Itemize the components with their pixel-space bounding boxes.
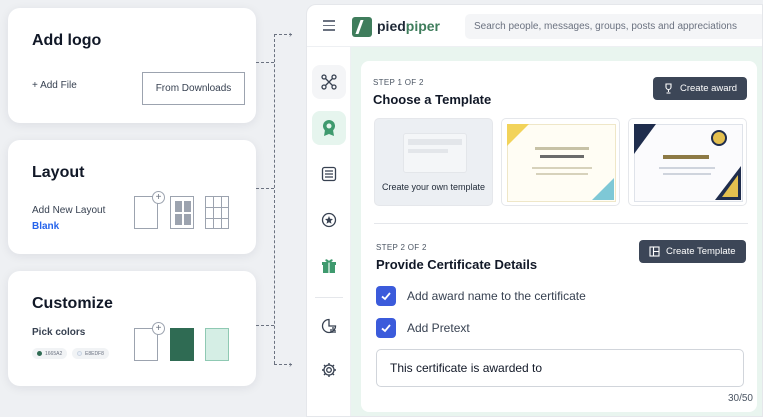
add-file-link[interactable]: + Add File [32,80,77,91]
star-icon [321,212,337,228]
color-code-1: 1665A2 [45,350,63,357]
color-dot-2 [77,351,82,356]
network-icon [321,74,337,90]
color-code-2: E8EDF8 [85,350,104,357]
pick-colors-label: Pick colors [32,327,86,338]
rail-analytics[interactable] [312,309,346,343]
brand-name: piedpiper [377,18,441,34]
swatch-mint[interactable] [205,328,229,361]
trophy-icon [665,83,672,94]
provide-details-heading: Provide Certificate Details [376,257,538,272]
rail-divider [315,297,343,298]
color-chip-2[interactable]: E8EDF8 [72,348,109,359]
step-2-label: STEP 2 OF 2 [376,243,427,252]
award-name-checkbox[interactable] [376,286,396,306]
layout-card: Layout Add New Layout Blank + [8,140,256,254]
template-work-anniversary[interactable] [501,118,620,206]
gear-icon [322,363,336,377]
connector-vertical [274,34,275,364]
pretext-checkbox-label: Add Pretext [407,321,470,335]
analytics-icon [321,318,337,334]
list-icon [321,166,337,182]
connector-arrow-bottom: › [289,359,292,369]
customize-card: Customize Pick colors 1665A2 E8EDF8 + [8,271,256,386]
main-area: STEP 1 OF 2 Choose a Template Create awa… [351,47,762,416]
connector-arrow-top: › [289,29,292,39]
character-counter: 30/50 [727,393,753,404]
create-template-label: Create Template [666,246,736,257]
rail-network[interactable] [312,65,346,99]
checkmark-icon [381,292,391,301]
four-box-layout-thumb[interactable] [170,196,194,229]
color-chip-1[interactable]: 1665A2 [32,348,68,359]
piedpiper-logo-icon [352,17,372,37]
layout-title: Layout [32,164,85,181]
create-own-template-label: Create your own template [381,182,486,192]
side-rail [307,47,351,416]
choose-template-heading: Choose a Template [373,92,492,107]
add-layout-plus-icon[interactable]: + [152,191,165,204]
template-formal-navy[interactable] [628,118,747,206]
rail-gift[interactable] [312,249,346,283]
gift-icon [322,259,336,273]
step-1-label: STEP 1 OF 2 [373,78,424,87]
customize-title: Customize [32,295,113,312]
search-input[interactable]: Search people, messages, groups, posts a… [465,14,762,39]
connector-customize [256,325,274,326]
blank-layout-link[interactable]: Blank [32,221,59,232]
rail-list[interactable] [312,157,346,191]
color-dot-1 [37,351,42,356]
add-logo-card: Add logo + Add File From Downloads [8,8,256,123]
template-create-own[interactable]: Create your own template [374,118,493,206]
pretext-input[interactable]: This certificate is awarded to [376,349,744,387]
template-icon [649,246,660,257]
add-new-layout-label: Add New Layout [32,205,106,216]
create-template-button[interactable]: Create Template [639,240,746,263]
grid-layout-thumb[interactable] [205,196,229,229]
top-bar: piedpiper Search people, messages, group… [307,5,762,47]
create-award-button[interactable]: Create award [653,77,748,100]
add-color-plus-icon[interactable]: + [152,322,165,335]
section-divider [374,223,748,224]
from-downloads-button[interactable]: From Downloads [142,72,245,105]
connector-logo [256,62,274,63]
swatch-dark-green[interactable] [170,328,194,361]
rail-star[interactable] [312,203,346,237]
create-award-label: Create award [680,83,738,94]
rail-awards[interactable] [312,111,346,145]
pretext-checkbox[interactable] [376,318,396,338]
checkmark-icon [381,324,391,333]
award-ribbon-icon [323,120,335,136]
add-logo-title: Add logo [32,32,102,49]
menu-icon[interactable] [323,20,335,34]
award-name-checkbox-label: Add award name to the certificate [407,289,586,303]
certificate-panel: STEP 1 OF 2 Choose a Template Create awa… [361,61,757,412]
app-window: piedpiper Search people, messages, group… [306,4,763,417]
connector-layout [256,188,274,189]
rail-settings[interactable] [312,353,346,387]
